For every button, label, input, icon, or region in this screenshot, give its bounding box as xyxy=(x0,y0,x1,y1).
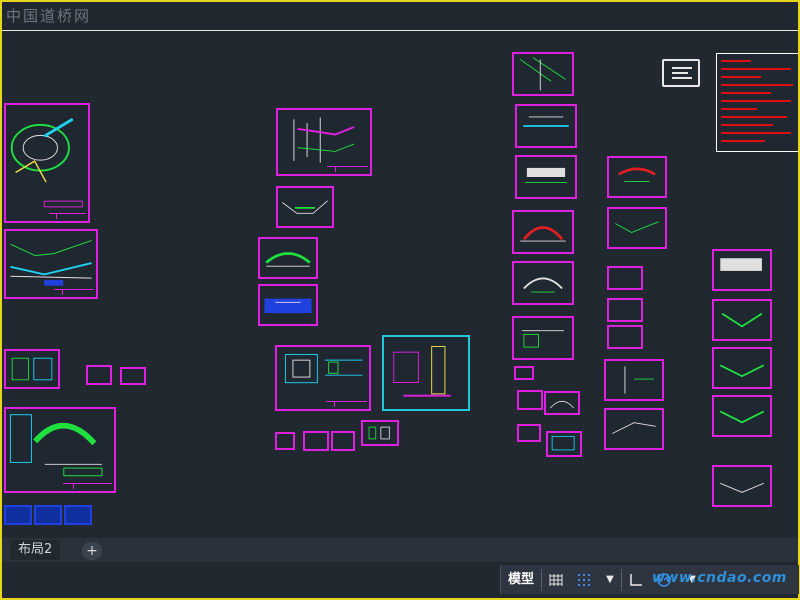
drawing-sheet[interactable] xyxy=(712,465,772,507)
drawing-sheet[interactable] xyxy=(331,431,355,451)
drawing-sheet[interactable] xyxy=(544,391,580,415)
drawing-sheet[interactable] xyxy=(86,365,112,385)
drawing-sheet[interactable] xyxy=(517,424,541,442)
drawing-sheet[interactable] xyxy=(258,237,318,279)
drawing-sheet[interactable] xyxy=(4,505,32,525)
drawing-sheet[interactable] xyxy=(604,408,664,450)
title-bar: 中国道桥网 xyxy=(2,2,798,31)
drawing-sheet[interactable] xyxy=(607,266,643,290)
drawing-sheet[interactable] xyxy=(512,261,574,305)
drawing-sheet[interactable] xyxy=(34,505,62,525)
drawing-sheet[interactable] xyxy=(512,52,574,96)
drawing-sheet[interactable] xyxy=(4,229,98,299)
snap-grid-icon[interactable] xyxy=(573,569,595,591)
drawing-sheet[interactable] xyxy=(546,431,582,457)
drawing-sheet[interactable] xyxy=(604,359,664,401)
drawing-sheet[interactable] xyxy=(515,104,577,148)
drawing-sheet[interactable] xyxy=(515,155,577,199)
ortho-icon[interactable] xyxy=(625,569,647,591)
drawing-sheet[interactable] xyxy=(4,103,90,223)
chevron-down-icon[interactable]: ▼ xyxy=(599,569,621,591)
drawing-sheet[interactable] xyxy=(514,366,534,380)
drawing-sheet[interactable] xyxy=(712,249,772,291)
add-tab-button[interactable]: + xyxy=(82,542,102,560)
drawing-sheet[interactable] xyxy=(4,349,60,389)
drawing-sheet[interactable] xyxy=(258,284,318,326)
model-space-button[interactable]: 模型 xyxy=(503,569,539,591)
drawing-sheet[interactable] xyxy=(276,108,372,176)
drawing-sheet[interactable] xyxy=(607,325,643,349)
drawing-sheet[interactable] xyxy=(712,395,772,437)
drawing-sheet[interactable] xyxy=(382,335,470,411)
drawing-sheet[interactable] xyxy=(512,316,574,360)
layout-tab-bar: 布局2 + xyxy=(2,538,798,562)
site-logo: 中国道桥网 xyxy=(6,7,92,25)
drawing-sheet[interactable] xyxy=(512,210,574,254)
drawing-canvas[interactable] xyxy=(4,31,798,537)
watermark-text: www.cndao.com xyxy=(652,570,787,586)
drawing-sheet[interactable] xyxy=(517,390,543,410)
menu-icon[interactable] xyxy=(662,59,700,87)
drawing-sheet[interactable] xyxy=(607,156,667,198)
drawing-sheet[interactable] xyxy=(4,407,116,493)
tab-layout2[interactable]: 布局2 xyxy=(10,540,61,560)
drawing-sheet[interactable] xyxy=(120,367,146,385)
grid-icon[interactable] xyxy=(545,569,567,591)
drawing-sheet[interactable] xyxy=(607,298,643,322)
drawing-sheet[interactable] xyxy=(275,432,295,450)
drawing-sheet[interactable] xyxy=(712,299,772,341)
drawing-sheet[interactable] xyxy=(712,347,772,389)
drawing-sheet[interactable] xyxy=(361,420,399,446)
drawing-sheet[interactable] xyxy=(64,505,92,525)
drawing-sheet[interactable] xyxy=(607,207,667,249)
drawing-sheet[interactable] xyxy=(303,431,329,451)
drawing-sheet[interactable] xyxy=(276,186,334,228)
data-table-drawing[interactable] xyxy=(716,53,798,152)
drawing-sheet[interactable] xyxy=(275,345,371,411)
